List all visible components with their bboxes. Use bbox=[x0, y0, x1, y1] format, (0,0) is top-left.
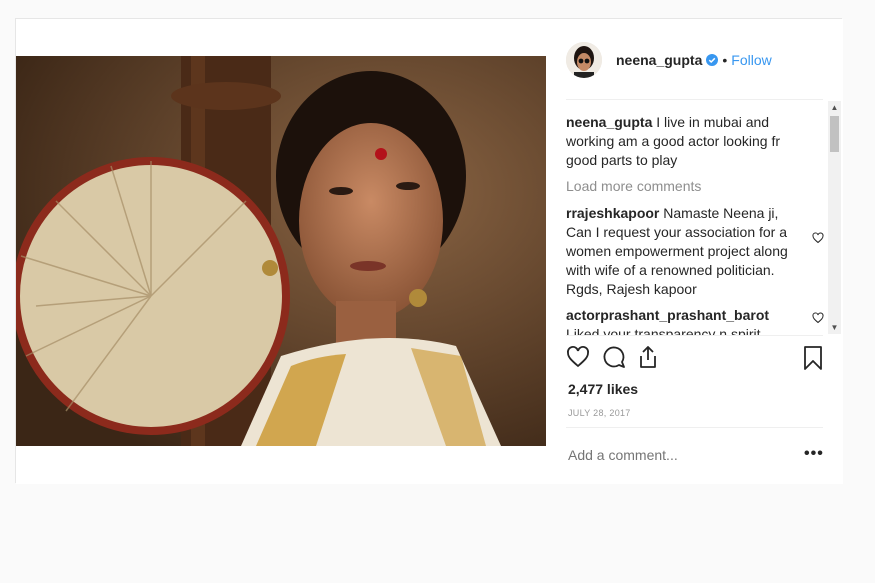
comment-username[interactable]: rrajeshkapoor bbox=[566, 205, 659, 221]
heart-outline-icon[interactable] bbox=[812, 230, 824, 249]
likes-count[interactable]: 2,477 likes bbox=[568, 381, 638, 397]
bookmark-icon[interactable] bbox=[803, 345, 823, 376]
share-icon[interactable] bbox=[636, 345, 660, 374]
instagram-post: neena_gupta • Follow neena_gupta I live … bbox=[15, 18, 843, 484]
comments-list: neena_gupta I live in mubai and working … bbox=[566, 113, 824, 335]
comment-icon[interactable] bbox=[602, 345, 626, 374]
scroll-down-arrow-icon[interactable]: ▼ bbox=[828, 321, 841, 334]
comment-item: actorprashant_prashant_barot Liked your … bbox=[566, 306, 824, 335]
more-options-button[interactable]: ••• bbox=[804, 445, 824, 463]
caption: neena_gupta I live in mubai and working … bbox=[566, 113, 824, 170]
avatar[interactable] bbox=[566, 42, 602, 78]
comment-username[interactable]: actorprashant_prashant_barot bbox=[566, 307, 769, 323]
follow-button[interactable]: Follow bbox=[731, 52, 771, 68]
heart-outline-icon[interactable] bbox=[812, 310, 824, 329]
comment-text: Liked your transparency n spirit . bbox=[566, 326, 769, 335]
portrait-image bbox=[16, 56, 546, 446]
post-date: JULY 28, 2017 bbox=[568, 408, 631, 418]
divider bbox=[566, 335, 823, 336]
divider bbox=[566, 427, 823, 428]
add-comment-input[interactable] bbox=[568, 447, 788, 463]
separator-dot: • bbox=[722, 52, 728, 68]
scroll-thumb[interactable] bbox=[830, 116, 839, 152]
comments-scrollbar[interactable]: ▲ ▼ bbox=[828, 101, 841, 334]
load-more-comments-button[interactable]: Load more comments bbox=[566, 177, 824, 196]
action-bar bbox=[566, 345, 823, 375]
scroll-up-arrow-icon[interactable]: ▲ bbox=[828, 101, 841, 114]
heart-icon[interactable] bbox=[566, 345, 590, 374]
comment-item: rrajeshkapoor Namaste Neena ji, Can I re… bbox=[566, 204, 824, 299]
post-sidebar: neena_gupta • Follow neena_gupta I live … bbox=[546, 19, 843, 484]
post-photo[interactable] bbox=[16, 56, 546, 446]
post-media bbox=[16, 19, 546, 484]
post-header: neena_gupta • Follow bbox=[566, 39, 823, 81]
header-username[interactable]: neena_gupta bbox=[616, 52, 702, 68]
caption-username[interactable]: neena_gupta bbox=[566, 114, 652, 130]
verified-badge-icon bbox=[706, 54, 719, 66]
divider bbox=[566, 99, 823, 100]
